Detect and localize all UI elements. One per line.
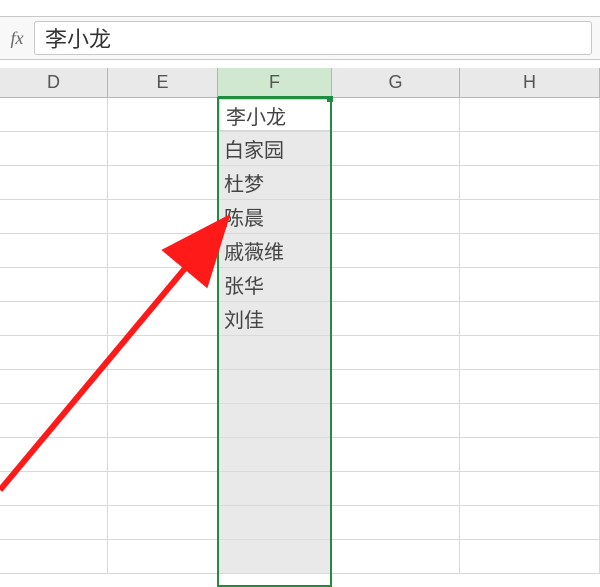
cell[interactable] — [460, 234, 600, 268]
cell[interactable] — [332, 540, 460, 574]
cell[interactable] — [332, 336, 460, 370]
cell[interactable]: 杜梦 — [218, 166, 332, 200]
cell[interactable] — [460, 132, 600, 166]
cell[interactable] — [108, 472, 218, 506]
table-row: 刘佳 — [0, 302, 600, 336]
cell[interactable] — [0, 540, 108, 574]
column-headers: D E F G H — [0, 68, 600, 98]
cell[interactable] — [0, 268, 108, 302]
table-row — [0, 370, 600, 404]
cell[interactable] — [332, 268, 460, 302]
cell[interactable] — [218, 370, 332, 404]
col-header-D[interactable]: D — [0, 68, 108, 97]
cell[interactable]: 张华 — [218, 268, 332, 302]
col-header-F[interactable]: F — [218, 68, 332, 97]
cell[interactable] — [108, 302, 218, 336]
cell[interactable] — [108, 506, 218, 540]
cell[interactable]: 戚薇维 — [218, 234, 332, 268]
table-row — [0, 472, 600, 506]
active-cell[interactable]: 李小龙 — [219, 99, 331, 131]
cell[interactable] — [332, 98, 460, 132]
cell[interactable] — [108, 370, 218, 404]
cell[interactable] — [460, 438, 600, 472]
cell[interactable] — [0, 98, 108, 132]
cell[interactable] — [108, 438, 218, 472]
cell[interactable] — [332, 200, 460, 234]
col-header-H[interactable]: H — [460, 68, 600, 97]
cell[interactable] — [108, 234, 218, 268]
sheet-area: D E F G H 李小龙白家园杜梦陈晨戚薇维张华刘佳 李小龙 — [0, 68, 600, 578]
cell[interactable] — [108, 200, 218, 234]
table-row: 白家园 — [0, 132, 600, 166]
cell[interactable] — [460, 506, 600, 540]
table-row — [0, 540, 600, 574]
cell[interactable] — [460, 404, 600, 438]
formula-input[interactable] — [34, 21, 592, 55]
cell[interactable] — [460, 200, 600, 234]
cell[interactable] — [108, 540, 218, 574]
cell[interactable] — [108, 132, 218, 166]
table-row — [0, 404, 600, 438]
fx-icon[interactable]: fx — [0, 28, 34, 49]
cell[interactable] — [460, 98, 600, 132]
cell[interactable] — [332, 166, 460, 200]
cell[interactable] — [0, 438, 108, 472]
cell[interactable] — [108, 98, 218, 132]
cell[interactable] — [0, 336, 108, 370]
cell[interactable] — [108, 166, 218, 200]
cell[interactable]: 刘佳 — [218, 302, 332, 336]
cell[interactable] — [332, 302, 460, 336]
cell[interactable] — [332, 472, 460, 506]
cell[interactable] — [460, 540, 600, 574]
cell[interactable] — [108, 268, 218, 302]
cell[interactable] — [460, 370, 600, 404]
cell[interactable] — [0, 472, 108, 506]
table-row — [0, 438, 600, 472]
cell[interactable]: 白家园 — [218, 132, 332, 166]
cell[interactable] — [218, 438, 332, 472]
cell[interactable] — [460, 472, 600, 506]
cell[interactable] — [0, 200, 108, 234]
cell[interactable] — [218, 472, 332, 506]
col-header-E[interactable]: E — [108, 68, 218, 97]
cell[interactable] — [332, 506, 460, 540]
table-row: 戚薇维 — [0, 234, 600, 268]
cell[interactable] — [108, 336, 218, 370]
cell[interactable] — [218, 404, 332, 438]
table-row: 陈晨 — [0, 200, 600, 234]
formula-bar: fx — [0, 16, 600, 60]
cell[interactable] — [0, 302, 108, 336]
table-row: 张华 — [0, 268, 600, 302]
cell[interactable] — [332, 404, 460, 438]
cell[interactable] — [218, 336, 332, 370]
cell[interactable] — [218, 540, 332, 574]
cell[interactable] — [332, 370, 460, 404]
cell[interactable] — [460, 166, 600, 200]
cell[interactable] — [0, 132, 108, 166]
cell[interactable] — [218, 506, 332, 540]
cell[interactable] — [0, 234, 108, 268]
cell[interactable]: 陈晨 — [218, 200, 332, 234]
table-row: 杜梦 — [0, 166, 600, 200]
cell[interactable] — [332, 132, 460, 166]
cell[interactable] — [0, 404, 108, 438]
table-row — [0, 506, 600, 540]
cell[interactable] — [460, 268, 600, 302]
cell[interactable] — [332, 234, 460, 268]
cell[interactable] — [332, 438, 460, 472]
cell[interactable] — [0, 166, 108, 200]
cell[interactable] — [108, 404, 218, 438]
grid[interactable]: 李小龙白家园杜梦陈晨戚薇维张华刘佳 — [0, 98, 600, 574]
table-row — [0, 336, 600, 370]
cell[interactable] — [460, 336, 600, 370]
cell[interactable] — [0, 370, 108, 404]
cell[interactable] — [0, 506, 108, 540]
col-header-G[interactable]: G — [332, 68, 460, 97]
cell[interactable] — [460, 302, 600, 336]
